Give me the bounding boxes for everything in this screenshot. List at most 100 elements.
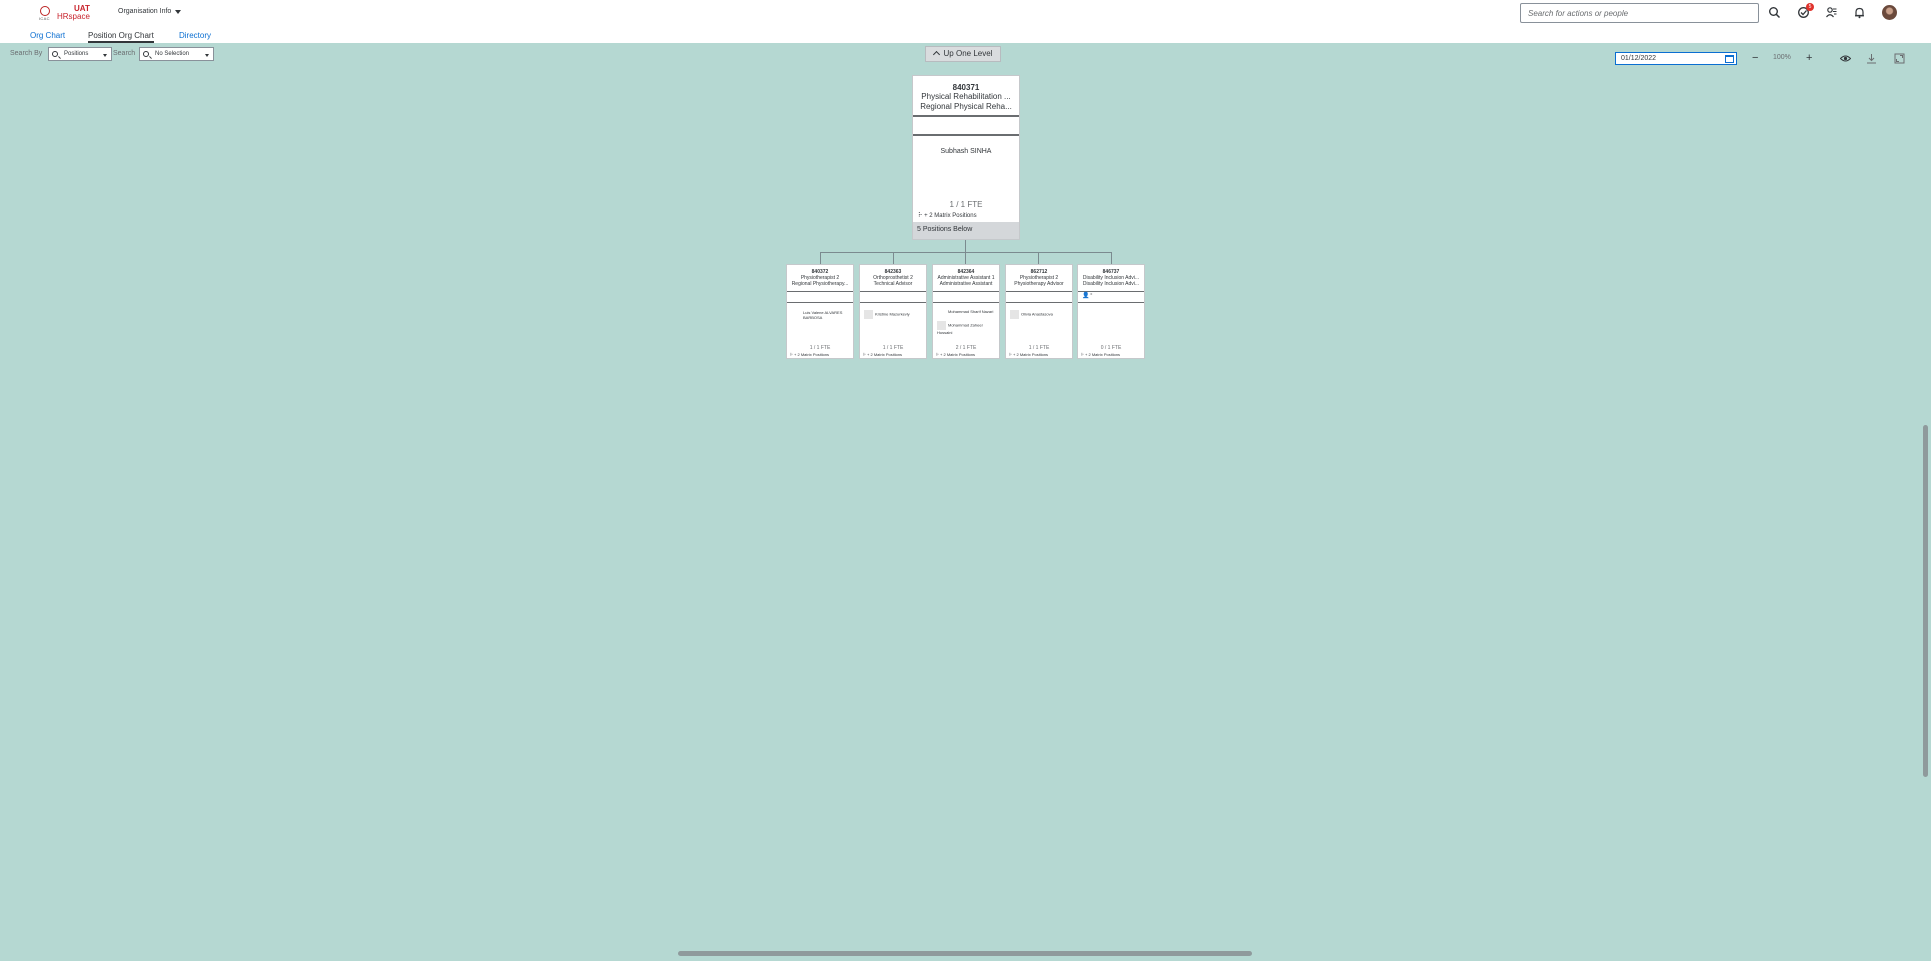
matrix-positions[interactable]: ⠗ + 2 Matrix Positions — [863, 352, 902, 357]
divider — [787, 302, 853, 303]
search-value: No Selection — [155, 51, 190, 57]
app-menu[interactable]: Organisation Info — [118, 8, 182, 15]
matrix-positions[interactable]: ⠗ + 2 Matrix Positions — [790, 352, 829, 357]
divider — [860, 302, 926, 303]
logo-uat: UAT — [74, 4, 90, 13]
date-input[interactable]: 01/12/2022 — [1615, 52, 1737, 65]
vacant-position-icon: 👤⁺ — [1082, 293, 1093, 299]
eye-icon[interactable] — [1840, 53, 1851, 64]
matrix-positions-label: + 2 Matrix Positions — [924, 213, 977, 219]
position-card[interactable]: 842364 Administrative Assistant 1 Admini… — [932, 264, 1000, 359]
download-icon[interactable] — [1866, 53, 1877, 64]
matrix-positions[interactable]: ⠗ + 2 Matrix Positions — [936, 352, 975, 357]
matrix-positions-label: + 2 Matrix Positions — [940, 352, 976, 357]
avatar — [1010, 310, 1019, 319]
matrix-positions-label: + 2 Matrix Positions — [867, 352, 903, 357]
position-card-main[interactable]: 840371 Physical Rehabilitation ... Regio… — [912, 75, 1020, 240]
position-subtitle: Regional Physiotherapy... — [791, 281, 849, 287]
connector-line — [1111, 252, 1112, 264]
position-holder[interactable]: Mohammad Sharif Nazari — [937, 309, 995, 314]
fte-value: 1 / 1 FTE — [949, 200, 983, 209]
holder-name: Olivia Anastasova — [1021, 311, 1053, 317]
position-card[interactable]: 840372 Physiotherapist 2 Regional Physio… — [786, 264, 854, 359]
position-card[interactable]: 862712 Physiotherapist 2 Physiotherapy A… — [1005, 264, 1073, 359]
chevron-up-icon — [932, 50, 940, 59]
search-select[interactable]: No Selection — [139, 47, 214, 61]
up-one-level-button[interactable]: Up One Level — [925, 46, 1001, 62]
app-menu-label: Organisation Info — [118, 8, 172, 15]
approvals-icon[interactable]: 5 — [1797, 3, 1814, 19]
divider — [913, 115, 1019, 117]
search-by-label: Search By — [10, 50, 43, 57]
divider — [933, 291, 999, 292]
position-holder[interactable]: Kristine Mazurkeviy — [864, 310, 922, 319]
matrix-positions[interactable]: ⠗ + 2 Matrix Positions — [1009, 352, 1048, 357]
tab-position-org-chart[interactable]: Position Org Chart — [88, 31, 154, 43]
notification-badge: 5 — [1806, 3, 1814, 11]
holder-name: Kristine Mazurkeviy — [875, 311, 910, 317]
company-logo[interactable]: ICAC HRspace UAT — [39, 4, 92, 21]
crest-icon — [40, 6, 50, 16]
horizontal-scrollbar[interactable] — [678, 951, 1252, 956]
divider — [913, 134, 1019, 136]
connector-line — [893, 252, 894, 264]
zoom-level: 100% — [1773, 54, 1791, 61]
positions-below-button[interactable]: 5 Positions Below — [913, 222, 1019, 239]
search-icon[interactable] — [1768, 6, 1781, 19]
position-card[interactable]: 846737 Disability Inclusion Advi... Disa… — [1077, 264, 1145, 359]
calendar-icon[interactable] — [1725, 55, 1734, 63]
divider — [1006, 302, 1072, 303]
position-subtitle: Disability Inclusion Advi... — [1082, 281, 1140, 287]
crest-text: ICAC — [39, 16, 50, 21]
fullscreen-icon[interactable] — [1894, 53, 1905, 64]
shell-header: ICAC HRspace UAT Organisation Info Searc… — [0, 0, 1931, 26]
matrix-positions[interactable]: ⠗ + 2 Matrix Positions — [1081, 352, 1120, 357]
people-icon[interactable] — [1825, 6, 1838, 19]
divider — [933, 302, 999, 303]
matrix-positions-label: + 2 Matrix Positions — [794, 352, 830, 357]
position-title: Physical Rehabilitation ... — [921, 92, 1011, 101]
chevron-down-icon — [205, 54, 209, 57]
fte-value: 1 / 1 FTE — [1028, 345, 1050, 351]
tab-directory[interactable]: Directory — [179, 31, 211, 40]
position-holder[interactable]: Subhash SINHA — [913, 148, 1019, 155]
position-id: 840371 — [952, 83, 980, 92]
matrix-positions-label: + 2 Matrix Positions — [1013, 352, 1049, 357]
connector-line — [965, 240, 966, 252]
chevron-down-icon — [175, 9, 182, 14]
chevron-down-icon — [103, 54, 107, 57]
position-card[interactable]: 842363 Orthoprosthetist 2 Technical Advi… — [859, 264, 927, 359]
position-subtitle: Physiotherapy Advisor — [1014, 281, 1064, 287]
divider — [787, 291, 853, 292]
search-icon — [143, 51, 149, 57]
tab-org-chart[interactable]: Org Chart — [30, 31, 65, 40]
fte-value: 1 / 1 FTE — [882, 345, 904, 351]
divider — [1078, 302, 1144, 303]
global-search-input[interactable]: Search for actions or people — [1520, 3, 1759, 23]
avatar — [864, 310, 873, 319]
fte-value: 2 / 1 FTE — [955, 345, 977, 351]
search-by-value: Positions — [64, 51, 89, 57]
bell-icon[interactable] — [1853, 6, 1866, 19]
connector-line — [820, 252, 821, 264]
connector-line — [965, 252, 966, 264]
connector-line — [1038, 252, 1039, 264]
zoom-in-button[interactable]: + — [1806, 52, 1812, 64]
search-by-select[interactable]: Positions — [48, 47, 112, 61]
connector-line — [820, 252, 1112, 253]
vertical-scrollbar[interactable] — [1923, 425, 1928, 777]
zoom-out-button[interactable]: − — [1752, 52, 1758, 64]
position-holder[interactable]: Olivia Anastasova — [1010, 310, 1068, 319]
tab-bar: Org Chart Position Org Chart Directory — [0, 26, 1931, 43]
search-label: Search — [113, 50, 136, 57]
fte-value: 1 / 1 FTE — [809, 345, 831, 351]
logo-brand: HRspace — [57, 12, 90, 21]
position-holder[interactable]: Mohammad Zaheer Hussaini — [937, 321, 995, 335]
matrix-positions[interactable]: ⠗ + 2 Matrix Positions — [918, 212, 977, 219]
position-subtitle: Administrative Assistant — [939, 281, 993, 287]
position-holder[interactable]: Luis Valene ALVARES BARBOSA — [791, 310, 849, 320]
avatar[interactable] — [1882, 5, 1897, 20]
avatar — [937, 321, 946, 330]
search-icon — [52, 51, 58, 57]
position-subtitle: Technical Advisor — [873, 281, 913, 287]
